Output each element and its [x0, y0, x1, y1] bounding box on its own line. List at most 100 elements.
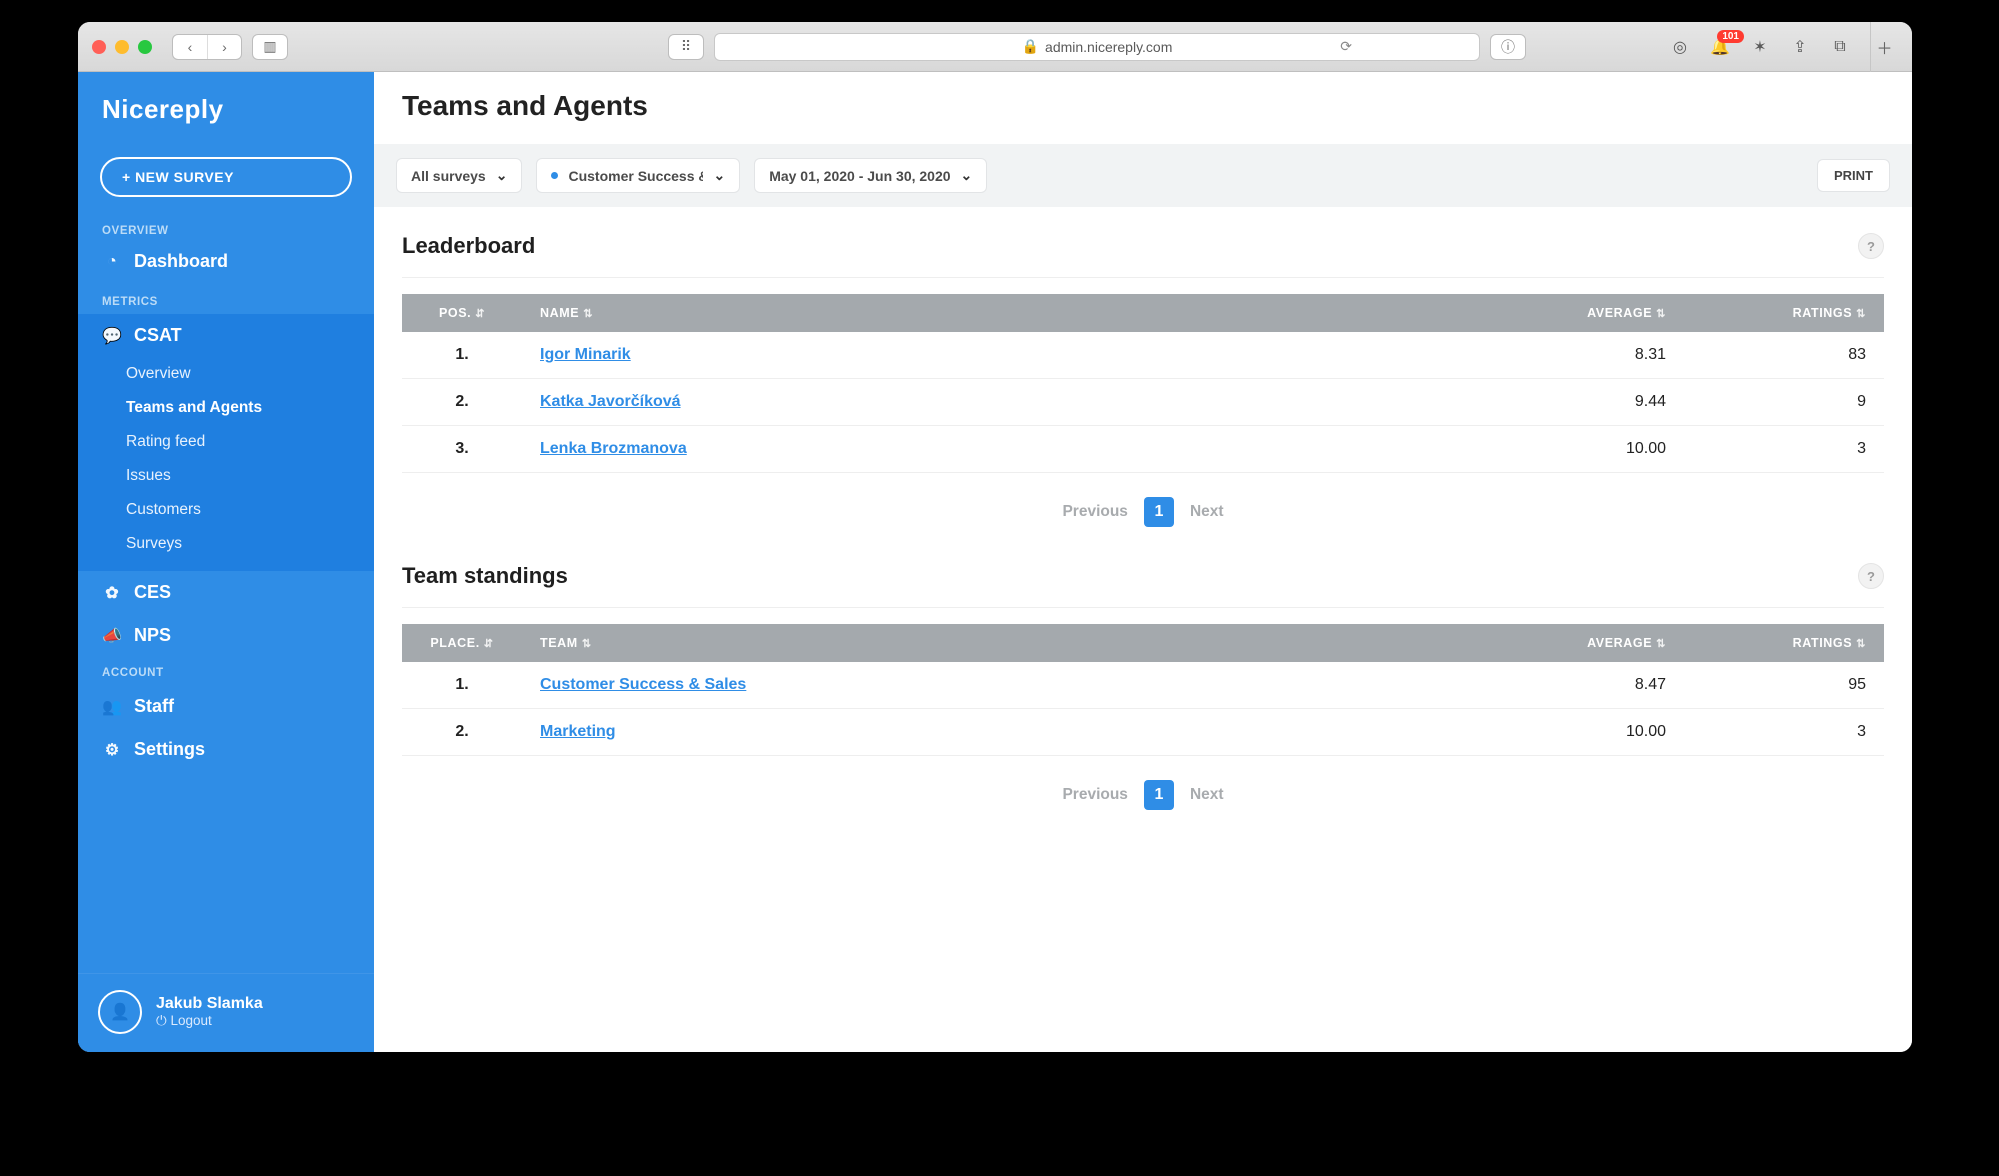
team-link[interactable]: Customer Success & Sales [540, 676, 746, 693]
divider [402, 607, 1884, 608]
sidebar-item-csat[interactable]: 💬 CSAT [78, 314, 374, 357]
close-window-button[interactable] [92, 40, 106, 54]
address-bar[interactable]: 🔒 admin.nicereply.com ⟳ [714, 33, 1480, 61]
sidebar-sub-overview[interactable]: Overview [78, 357, 374, 391]
sidebar-toggle[interactable]: ▥ [252, 34, 288, 60]
sidebar-item-label: Settings [134, 739, 205, 760]
sidebar-item-nps[interactable]: 📣 NPS [78, 614, 374, 657]
cell-name: Lenka Brozmanova [522, 426, 1484, 473]
sidebar-item-dashboard[interactable]: ◔ Dashboard [78, 243, 374, 286]
sort-icon: ⇅ [1656, 308, 1666, 320]
page-header: Teams and Agents [374, 72, 1912, 144]
sort-icon: ⇅ [582, 638, 592, 650]
print-button[interactable]: PRINT [1817, 159, 1890, 192]
agent-link[interactable]: Lenka Brozmanova [540, 440, 687, 457]
agent-link[interactable]: Igor Minarik [540, 346, 631, 363]
brand-logo[interactable]: Nicereply [78, 72, 374, 147]
logout-label: Logout [170, 1013, 211, 1028]
divider [402, 277, 1884, 278]
back-button[interactable]: ‹ [173, 35, 207, 59]
window-controls [92, 40, 152, 54]
reload-icon[interactable]: ⟳ [1340, 38, 1352, 55]
cell-average: 10.00 [1484, 426, 1684, 473]
filter-date[interactable]: May 01, 2020 - Jun 30, 2020 ⌄ [754, 158, 987, 193]
cell-pos: 2. [402, 379, 522, 426]
sidebar: Nicereply + NEW SURVEY OVERVIEW ◔ Dashbo… [78, 72, 374, 1052]
new-tab-button[interactable]: ＋ [1870, 22, 1898, 72]
help-button[interactable]: ? [1858, 563, 1884, 589]
col-name[interactable]: NAME⇅ [522, 294, 1484, 332]
col-ratings[interactable]: RATINGS⇅ [1684, 624, 1884, 662]
sort-icon: ⇵ [484, 638, 494, 650]
cell-team: Marketing [522, 709, 1484, 756]
sidebar-item-staff[interactable]: 👥 Staff [78, 685, 374, 728]
col-team[interactable]: TEAM ⇅ [522, 624, 1484, 662]
sidebar-sub-rating-feed[interactable]: Rating feed [78, 425, 374, 459]
chrome-extensions: ◎ 🔔 101 ✶ ⇪ ⧉ [1666, 36, 1854, 58]
sidebar-sub-teams-agents[interactable]: Teams and Agents [78, 391, 374, 425]
sidebar-sub-issues[interactable]: Issues [78, 459, 374, 493]
sort-icon: ⇅ [1656, 638, 1666, 650]
new-survey-button[interactable]: + NEW SURVEY [100, 157, 352, 197]
pagination-current[interactable]: 1 [1144, 780, 1174, 810]
filter-survey-label: All surveys [411, 168, 486, 184]
col-label: RATINGS [1793, 636, 1853, 650]
leaderboard-table: POS.⇵ NAME⇅ AVERAGE⇅ RATINGS⇅ [402, 294, 1884, 473]
col-label: TEAM [540, 636, 578, 650]
user-name: Jakub Slamka [156, 995, 263, 1013]
address-url: admin.nicereply.com [1045, 39, 1172, 55]
sidebar-item-settings[interactable]: ⚙ Settings [78, 728, 374, 771]
col-average[interactable]: AVERAGE⇅ [1484, 294, 1684, 332]
col-ratings[interactable]: RATINGS⇅ [1684, 294, 1884, 332]
sidebar-item-label: CSAT [134, 325, 182, 346]
gear-icon: ⚙ [102, 740, 122, 760]
chevron-down-icon: ⌄ [713, 167, 725, 184]
maximize-window-button[interactable] [138, 40, 152, 54]
pagination-prev[interactable]: Previous [1062, 503, 1127, 521]
power-icon: ⏻ [156, 1013, 167, 1028]
col-average[interactable]: AVERAGE⇅ [1484, 624, 1684, 662]
cell-pos: 3. [402, 426, 522, 473]
cell-pos: 1. [402, 332, 522, 379]
nav-back-forward: ‹ › [172, 34, 242, 60]
cell-average: 8.31 [1484, 332, 1684, 379]
filter-team[interactable]: Customer Success & ⌄ [536, 158, 740, 193]
cell-average: 9.44 [1484, 379, 1684, 426]
team-link[interactable]: Marketing [540, 723, 616, 740]
reader-button[interactable]: ⓘ [1490, 34, 1526, 60]
sidebar-item-label: Dashboard [134, 251, 228, 272]
sidebar-sub-surveys[interactable]: Surveys [78, 527, 374, 561]
extension-icon-3[interactable]: ✶ [1746, 36, 1774, 58]
avatar[interactable]: 👤 [98, 990, 142, 1034]
tabs-icon[interactable]: ⧉ [1826, 36, 1854, 58]
sort-icon: ⇅ [1856, 638, 1866, 650]
col-place[interactable]: PLACE. ⇵ [402, 624, 522, 662]
people-icon: 👥 [102, 697, 122, 717]
forward-button[interactable]: › [207, 35, 241, 59]
sidebar-item-ces[interactable]: ✿ CES [78, 571, 374, 614]
extension-icon-2[interactable]: 🔔 101 [1706, 36, 1734, 58]
logout-link[interactable]: ⏻ Logout [156, 1013, 263, 1029]
apps-button[interactable]: ⠿ [668, 34, 704, 60]
pagination-prev[interactable]: Previous [1062, 786, 1127, 804]
extension-icon-1[interactable]: ◎ [1666, 36, 1694, 58]
col-pos[interactable]: POS.⇵ [402, 294, 522, 332]
content-area: Leaderboard ? POS.⇵ NAME⇅ [374, 207, 1912, 876]
help-button[interactable]: ? [1858, 233, 1884, 259]
pagination-next[interactable]: Next [1190, 503, 1224, 521]
col-label: PLACE. [430, 636, 479, 650]
table-header-row: PLACE.⇵ TEAM⇅ AVERAGE⇅ RATINGS⇅ [402, 624, 1884, 662]
dot-icon [551, 172, 558, 179]
cell-ratings: 95 [1684, 662, 1884, 709]
pagination-current[interactable]: 1 [1144, 497, 1174, 527]
minimize-window-button[interactable] [115, 40, 129, 54]
sidebar-sub-customers[interactable]: Customers [78, 493, 374, 527]
section-account-label: ACCOUNT [78, 657, 374, 685]
filter-survey[interactable]: All surveys ⌄ [396, 158, 522, 193]
pagination-next[interactable]: Next [1190, 786, 1224, 804]
team-standings-pagination: Previous 1 Next [402, 780, 1884, 810]
grid-icon: ⠿ [669, 35, 703, 59]
agent-link[interactable]: Katka Javorčíková [540, 393, 681, 410]
table-header-row: POS.⇵ NAME⇅ AVERAGE⇅ RATINGS⇅ [402, 294, 1884, 332]
share-icon[interactable]: ⇪ [1786, 36, 1814, 58]
